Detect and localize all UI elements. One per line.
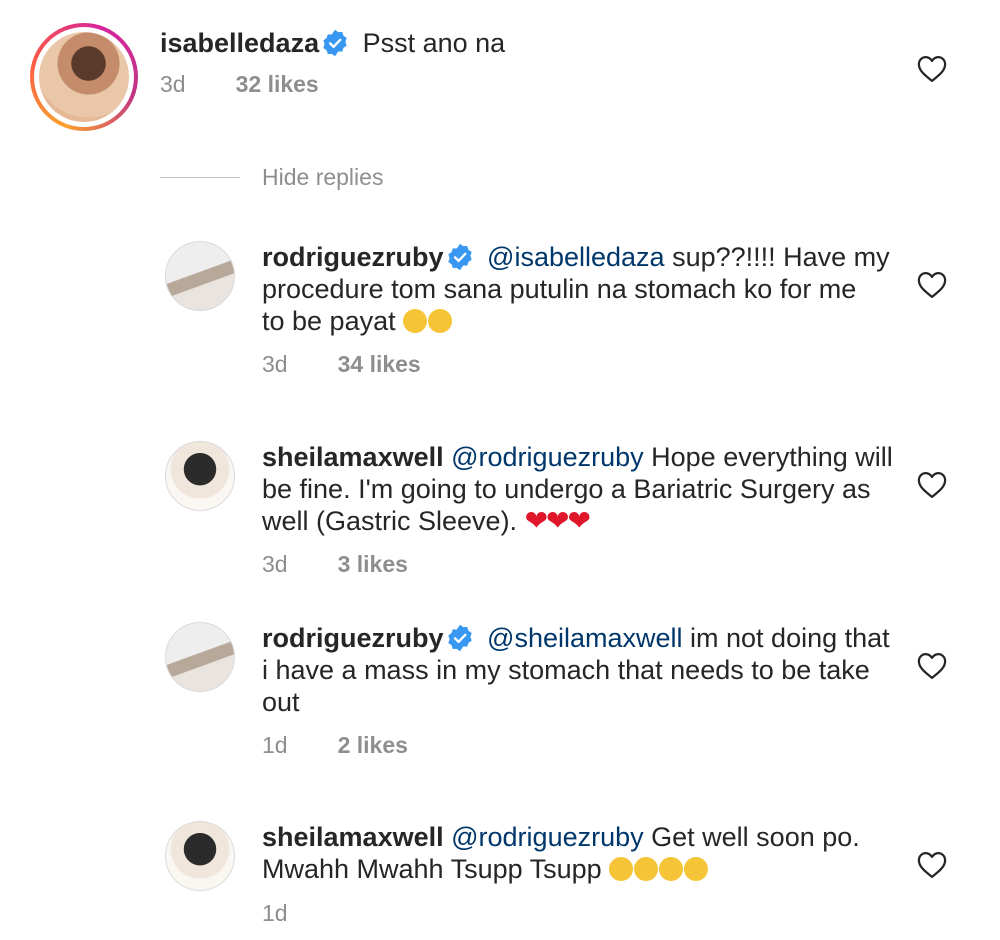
reply-text: well (Gastric Sleeve). (262, 506, 518, 536)
avatar (39, 32, 129, 122)
like-heart-icon[interactable] (917, 652, 947, 680)
reply-likes[interactable]: 3 likes (338, 551, 408, 577)
comment-username[interactable]: isabelledaza (160, 28, 319, 58)
verified-icon (446, 243, 474, 271)
reply-text: Get well soon po. (651, 822, 860, 852)
reply-text: Hope everything will (651, 442, 893, 472)
reply-username[interactable]: sheilamaxwell (262, 822, 444, 852)
reply-mention[interactable]: @isabelledaza (487, 242, 665, 272)
avatar[interactable] (165, 622, 235, 692)
comment-body: isabelledaza Psst ano na (160, 27, 505, 59)
reply-text: procedure tom sana putulin na stomach ko… (262, 274, 857, 304)
verified-icon (446, 624, 474, 652)
kiss-emoji-icon (684, 857, 709, 881)
hide-replies-divider (160, 177, 240, 178)
reply-body: rodriguezruby @isabelledaza sup??!!!! Ha… (262, 241, 902, 337)
comment-time: 3d (160, 71, 186, 97)
reply-text: be fine. I'm going to undergo a Bariatri… (262, 474, 871, 504)
laughing-emoji-icon (428, 309, 453, 333)
reply-username[interactable]: sheilamaxwell (262, 442, 444, 472)
reply-time: 1d (262, 732, 288, 758)
hide-replies-button[interactable]: Hide replies (262, 164, 383, 191)
verified-icon (321, 29, 349, 57)
reply-mention[interactable]: @rodriguezruby (451, 822, 644, 852)
reply-body: sheilamaxwell @rodriguezruby Get well so… (262, 821, 902, 885)
reply-username[interactable]: rodriguezruby (262, 623, 444, 653)
comment-meta: 3d 32 likes (160, 71, 319, 98)
reply-likes[interactable]: 34 likes (338, 351, 421, 377)
reply-meta: 3d 3 likes (262, 551, 408, 578)
reply-text: to be payat (262, 306, 396, 336)
reply-meta: 1d (262, 900, 288, 927)
avatar[interactable] (165, 441, 235, 511)
reply-meta: 1d 2 likes (262, 732, 408, 759)
reply-time: 3d (262, 351, 288, 377)
comment-text: Psst ano na (362, 28, 506, 58)
kiss-emoji-icon (634, 857, 659, 881)
avatar[interactable] (165, 241, 235, 311)
reply-text: out (262, 687, 300, 717)
laughing-emoji-icon (403, 309, 428, 333)
reply-body: sheilamaxwell @rodriguezruby Hope everyt… (262, 441, 902, 537)
comment-likes[interactable]: 32 likes (236, 71, 319, 97)
reply-username[interactable]: rodriguezruby (262, 242, 444, 272)
story-ring-avatar[interactable] (30, 23, 138, 131)
reply-time: 1d (262, 900, 288, 926)
reply-body: rodriguezruby @sheilamaxwell im not doin… (262, 622, 902, 718)
reply-time: 3d (262, 551, 288, 577)
reply-mention[interactable]: @rodriguezruby (451, 442, 644, 472)
like-heart-icon[interactable] (917, 851, 947, 879)
red-heart-emoji: ❤❤❤ (524, 505, 591, 536)
like-heart-icon[interactable] (917, 271, 947, 299)
like-heart-icon[interactable] (917, 55, 947, 83)
reply-text: Mwahh Mwahh Tsupp Tsupp (262, 854, 602, 884)
like-heart-icon[interactable] (917, 471, 947, 499)
reply-text: i have a mass in my stomach that needs t… (262, 655, 870, 685)
reply-text: sup??!!!! Have my (672, 242, 890, 272)
reply-meta: 3d 34 likes (262, 351, 421, 378)
avatar[interactable] (165, 821, 235, 891)
kiss-emoji-icon (609, 857, 634, 881)
reply-mention[interactable]: @sheilamaxwell (487, 623, 682, 653)
reply-likes[interactable]: 2 likes (338, 732, 408, 758)
reply-text: im not doing that (690, 623, 890, 653)
kiss-emoji-icon (659, 857, 684, 881)
